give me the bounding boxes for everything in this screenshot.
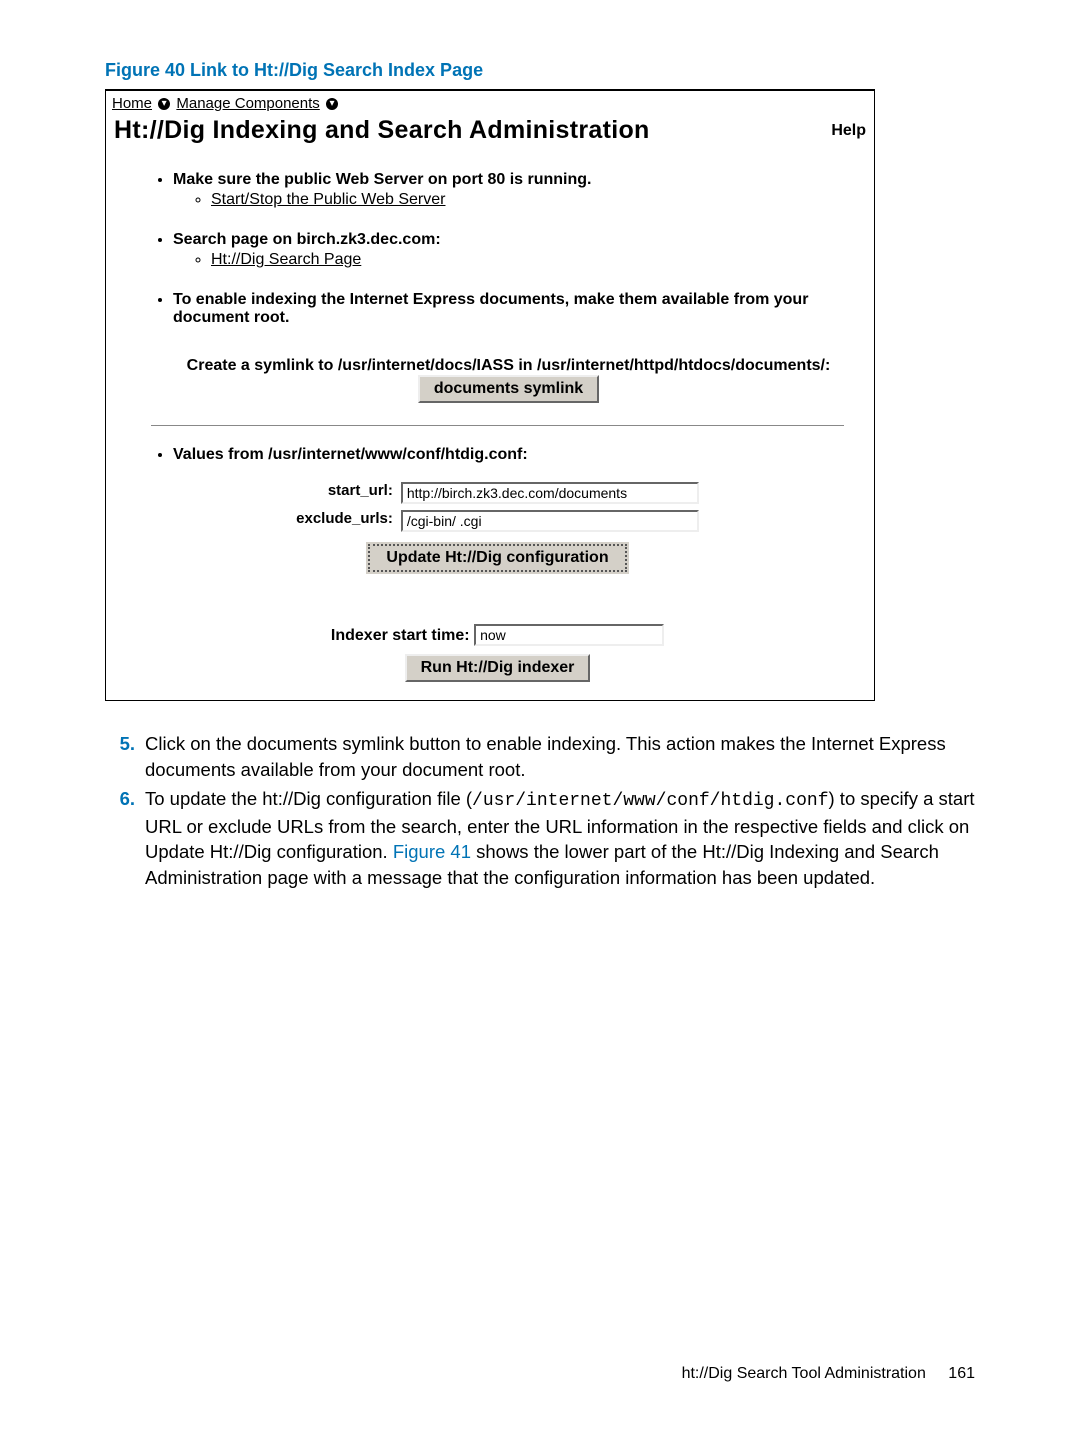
documents-symlink-button[interactable]: documents symlink [418,375,599,403]
figure-41-link[interactable]: Figure 41 [393,841,471,862]
start-url-label: start_url: [293,480,396,506]
breadcrumb-manage-link[interactable]: Manage Components [176,95,319,112]
bullet-3-text: To enable indexing the Internet Express … [173,291,808,326]
instruction-text: 5. Click on the documents symlink button… [105,731,975,890]
run-indexer-button[interactable]: Run Ht://Dig indexer [405,654,591,682]
bullet-2-text: Search page on birch.zk3.dec.com: [173,231,441,248]
footer-text: ht://Dig Search Tool Administration [682,1365,926,1382]
page-number: 161 [948,1365,975,1382]
figure-caption: Figure 40 Link to Ht://Dig Search Index … [105,60,975,81]
list-number-5: 5. [105,731,135,757]
symlink-desc: Create a symlink to /usr/internet/docs/I… [187,357,831,374]
start-stop-link[interactable]: Start/Stop the Public Web Server [211,191,445,208]
divider [151,425,844,426]
page-footer: ht://Dig Search Tool Administration 161 [682,1365,975,1383]
exclude-urls-label: exclude_urls: [293,508,396,534]
exclude-urls-input[interactable] [401,510,699,532]
page-title: Ht://Dig Indexing and Search Administrat… [114,116,650,145]
help-link[interactable]: Help [831,122,866,140]
breadcrumb-home-link[interactable]: Home [112,95,152,112]
config-form-table: start_url: exclude_urls: [291,478,704,536]
bullet-1-text: Make sure the public Web Server on port … [173,171,591,188]
start-url-input[interactable] [401,482,699,504]
arrow-down-icon: ▾ [326,98,338,110]
title-row: Ht://Dig Indexing and Search Administrat… [106,112,874,153]
content-area: Make sure the public Web Server on port … [106,153,874,700]
instruction-item-5: 5. Click on the documents symlink button… [145,731,975,782]
htdig-search-page-link[interactable]: Ht://Dig Search Page [211,251,361,268]
list-number-6: 6. [105,786,135,812]
breadcrumb: Home ▾ Manage Components ▾ [106,91,874,112]
indexer-start-label: Indexer start time: [331,627,470,644]
bullet-4-text: Values from /usr/internet/www/conf/htdig… [173,446,528,463]
arrow-down-icon: ▾ [158,98,170,110]
update-config-button[interactable]: Update Ht://Dig configuration [368,544,626,572]
instruction-6-code: /usr/internet/www/conf/htdig.conf [472,791,828,811]
instruction-5-body: Click on the documents symlink button to… [145,733,946,780]
indexer-start-input[interactable] [474,624,664,646]
instruction-item-6: 6. To update the ht://Dig configuration … [145,786,975,890]
instruction-6-a: To update the ht://Dig configuration fil… [145,788,472,809]
screenshot-panel: Home ▾ Manage Components ▾ Ht://Dig Inde… [105,89,875,701]
